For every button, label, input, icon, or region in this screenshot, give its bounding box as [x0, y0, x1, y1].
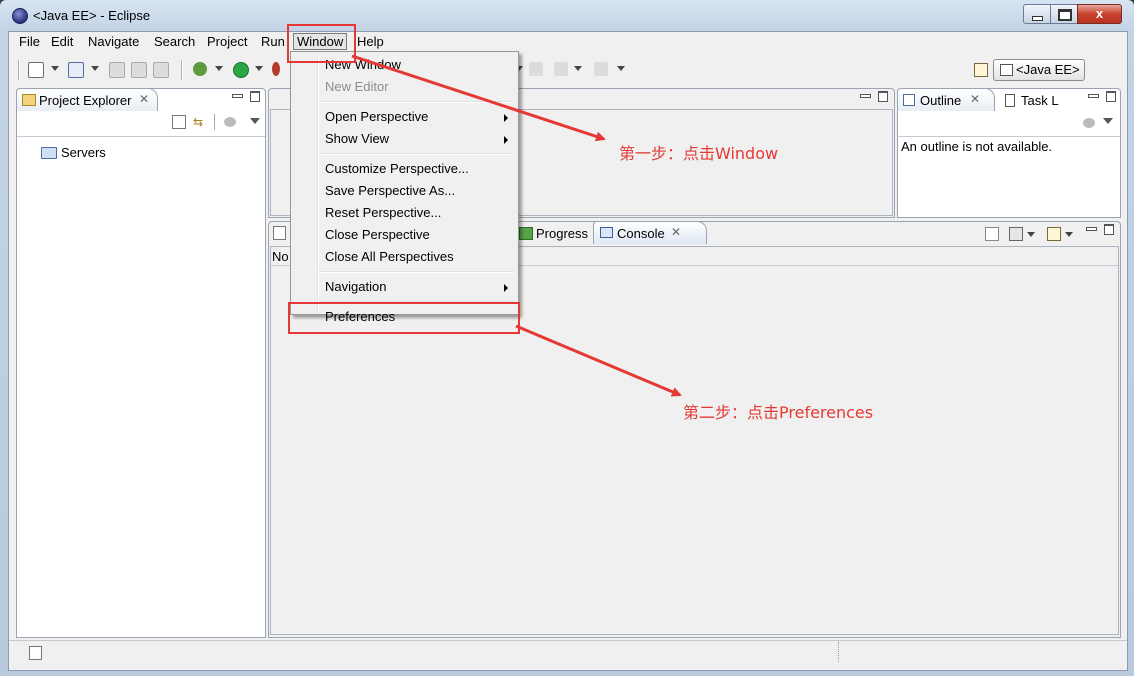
- arrow-step1: [351, 54, 606, 142]
- arrow-step2: [515, 324, 682, 397]
- annotation-step1: 第一步：点击Window: [619, 144, 779, 163]
- annotation-step2: 第二步：点击Preferences: [683, 403, 874, 422]
- annotation-arrows: [351, 54, 682, 397]
